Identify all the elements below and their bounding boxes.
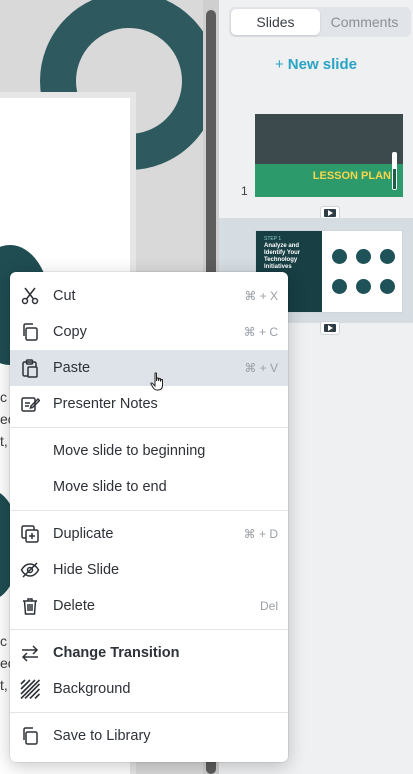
copy-icon bbox=[20, 322, 40, 342]
menu-item-label: Background bbox=[53, 681, 131, 697]
shortcut-label: Del bbox=[259, 599, 278, 613]
thumbnail-icon bbox=[332, 249, 347, 264]
tab-comments[interactable]: Comments bbox=[320, 9, 409, 35]
thumbnail-step-label: STEP 1 bbox=[264, 236, 282, 242]
thumbnail-title: Analyze and Identify Your Technology Ini… bbox=[264, 243, 301, 270]
thumbnail-icon bbox=[380, 249, 395, 264]
thumbnail-icon bbox=[356, 279, 371, 294]
tab-slides[interactable]: Slides bbox=[231, 9, 320, 35]
menu-item-label: Hide Slide bbox=[53, 562, 120, 578]
menu-item-change-transition[interactable]: Change Transition bbox=[10, 635, 288, 671]
presenter-notes-icon bbox=[20, 394, 41, 414]
menu-item-hide-slide[interactable]: Hide Slide bbox=[10, 552, 288, 588]
background-stripes-icon bbox=[20, 679, 41, 700]
thumbnail-icon bbox=[332, 279, 347, 294]
menu-item-label: Move slide to beginning bbox=[53, 443, 206, 459]
new-slide-button[interactable]: + New slide bbox=[219, 56, 413, 73]
thumbnail-title: LESSON PLAN bbox=[312, 170, 391, 182]
menu-item-copy[interactable]: Copy ⌘ + C bbox=[10, 314, 288, 350]
panel-tabs: Slides Comments bbox=[229, 7, 411, 37]
menu-item-save-to-library[interactable]: Save to Library bbox=[10, 718, 288, 754]
shortcut-label: ⌘ + C bbox=[243, 325, 278, 339]
menu-divider bbox=[10, 629, 288, 630]
menu-item-label: Duplicate bbox=[53, 526, 114, 542]
paste-icon bbox=[20, 358, 40, 378]
new-slide-label: New slide bbox=[287, 56, 357, 73]
slide-context-menu: Cut ⌘ + X Copy ⌘ + C Paste ⌘ + V Present… bbox=[10, 272, 288, 762]
slide-number: 1 bbox=[241, 184, 248, 198]
trash-icon bbox=[20, 596, 40, 616]
shortcut-label: ⌘ + D bbox=[243, 527, 278, 541]
menu-item-cut[interactable]: Cut ⌘ + X bbox=[10, 278, 288, 314]
menu-item-duplicate[interactable]: Duplicate ⌘ + D bbox=[10, 516, 288, 552]
menu-item-presenter-notes[interactable]: Presenter Notes bbox=[10, 386, 288, 422]
menu-item-label: Delete bbox=[53, 598, 95, 614]
shortcut-label: ⌘ + V bbox=[244, 361, 278, 375]
menu-divider bbox=[10, 427, 288, 428]
menu-item-label: Move slide to end bbox=[53, 479, 167, 495]
menu-item-paste[interactable]: Paste ⌘ + V bbox=[10, 350, 288, 386]
shortcut-label: ⌘ + X bbox=[244, 289, 278, 303]
duplicate-icon bbox=[20, 524, 40, 544]
menu-item-label: Presenter Notes bbox=[53, 396, 158, 412]
menu-item-label: Cut bbox=[53, 288, 76, 304]
plus-icon: + bbox=[275, 56, 284, 73]
menu-item-move-to-end[interactable]: Move slide to end bbox=[10, 469, 288, 505]
transition-icon[interactable] bbox=[320, 321, 340, 335]
menu-divider bbox=[10, 712, 288, 713]
hand-cursor-icon bbox=[150, 372, 166, 397]
slide-thumbnail-1[interactable]: LESSON PLAN bbox=[255, 114, 403, 197]
transition-arrows-icon bbox=[20, 643, 40, 663]
thumbnail-bar-fill bbox=[393, 169, 396, 189]
eye-slash-icon bbox=[20, 560, 40, 580]
menu-item-label: Change Transition bbox=[53, 645, 180, 661]
library-icon bbox=[20, 726, 40, 746]
menu-item-move-to-beginning[interactable]: Move slide to beginning bbox=[10, 433, 288, 469]
menu-divider bbox=[10, 510, 288, 511]
menu-item-background[interactable]: Background bbox=[10, 671, 288, 707]
thumbnail-icon bbox=[380, 279, 395, 294]
menu-item-delete[interactable]: Delete Del bbox=[10, 588, 288, 624]
menu-item-label: Copy bbox=[53, 324, 87, 340]
menu-item-label: Save to Library bbox=[53, 728, 151, 744]
thumbnail-icon bbox=[356, 249, 371, 264]
menu-item-label: Paste bbox=[53, 360, 91, 376]
scissors-icon bbox=[20, 286, 40, 306]
